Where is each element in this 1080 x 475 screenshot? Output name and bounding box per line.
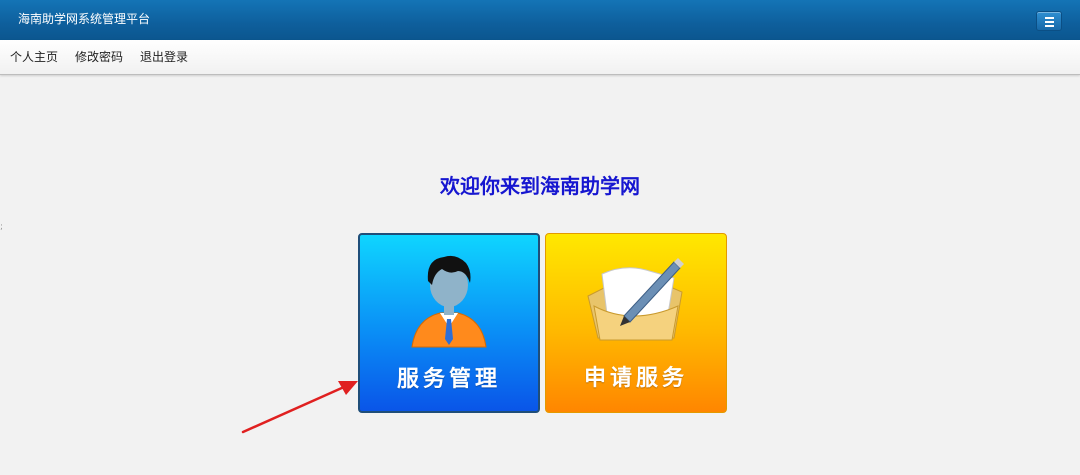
red-arrow-icon <box>241 381 358 434</box>
